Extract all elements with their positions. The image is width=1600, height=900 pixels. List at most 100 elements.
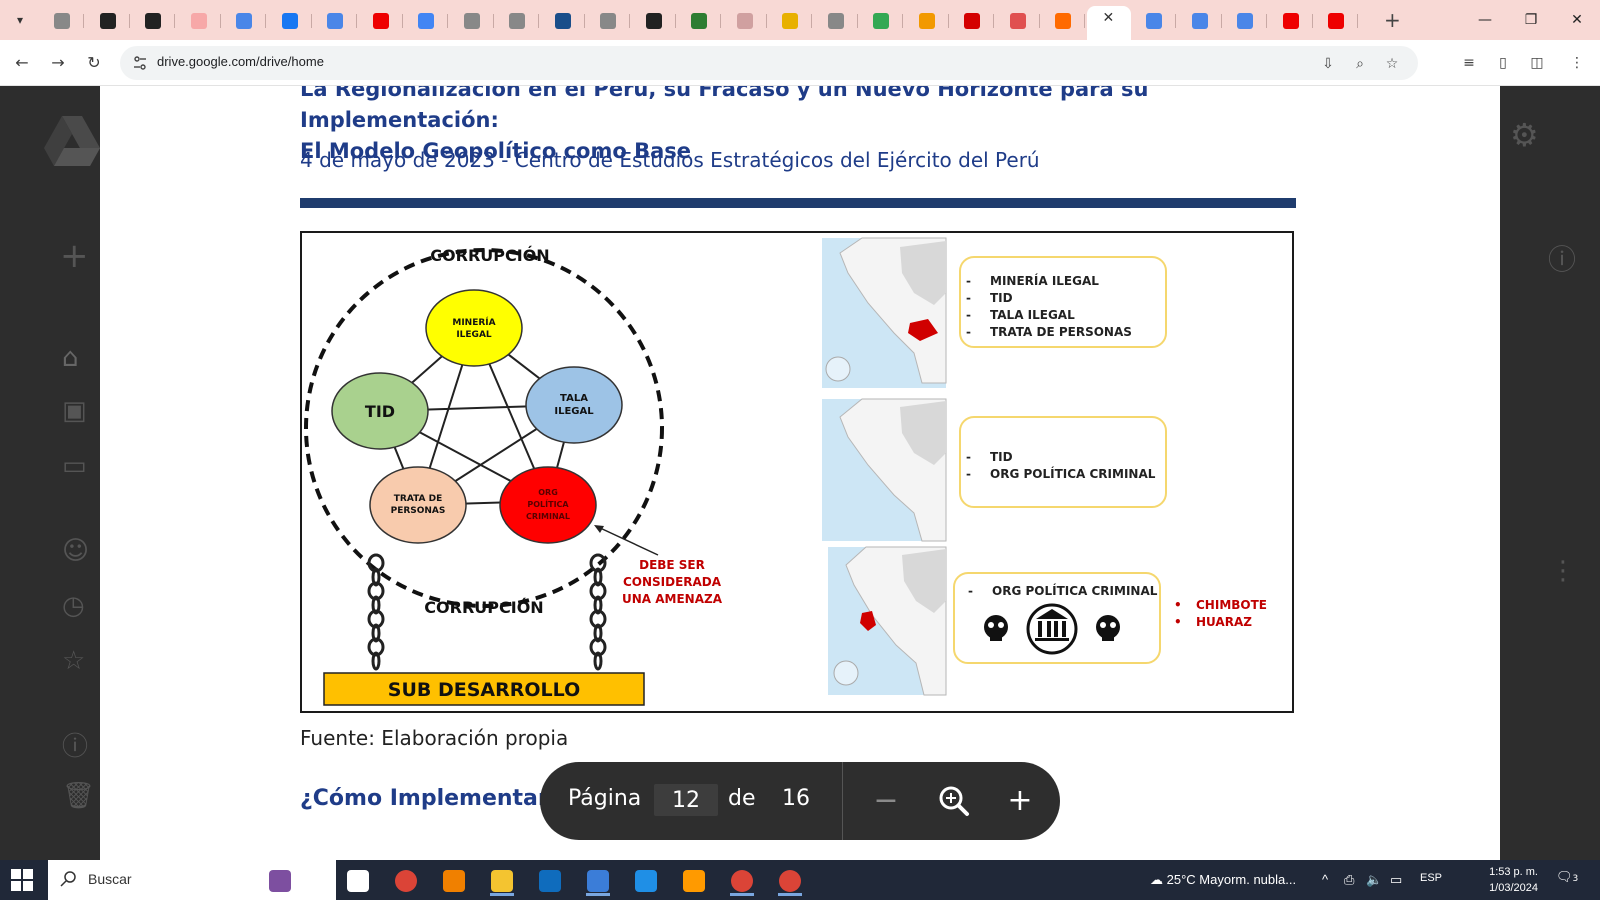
network-icon[interactable]: ▭ <box>1390 872 1402 888</box>
tab-separator <box>1175 14 1176 28</box>
new-plus-icon[interactable]: + <box>60 236 89 276</box>
tab-favicon-icon <box>99 13 116 29</box>
tab-separator <box>492 14 494 28</box>
browser-tab[interactable] <box>541 6 585 36</box>
browser-tab[interactable] <box>359 6 403 36</box>
browser-tab[interactable] <box>632 6 676 36</box>
title-divider <box>300 198 1296 208</box>
widget-butterfly-taskbar-button[interactable] <box>258 864 302 896</box>
close-window-button[interactable]: ✕ <box>1554 0 1600 40</box>
restore-button[interactable]: ❐ <box>1508 0 1554 40</box>
chrome-active-taskbar-button[interactable] <box>768 864 812 896</box>
forward-button[interactable]: → <box>46 51 70 75</box>
browser-tab[interactable] <box>1314 6 1358 36</box>
meet-now-icon[interactable]: ⎙ <box>1344 872 1354 888</box>
browser-tab[interactable] <box>1132 6 1176 36</box>
browser-tab[interactable] <box>950 6 994 36</box>
chrome-profile-taskbar-button[interactable] <box>720 864 764 896</box>
edge-taskbar-button[interactable] <box>624 864 668 896</box>
zoom-fit-button[interactable] <box>934 781 974 821</box>
browser-tab[interactable] <box>768 6 812 36</box>
vlc-taskbar-button[interactable] <box>432 864 476 896</box>
box1-item-4: TRATA DE PERSONAS <box>990 325 1132 339</box>
browser-tab[interactable] <box>450 6 494 36</box>
tray-chevron-icon[interactable]: ^ <box>1322 872 1328 887</box>
browser-tab[interactable] <box>996 6 1040 36</box>
install-app-icon[interactable]: ⇩ <box>1318 54 1338 74</box>
outlook-taskbar-button[interactable] <box>528 864 572 896</box>
browser-tab[interactable] <box>677 6 721 36</box>
zoom-icon[interactable]: ⌕ <box>1350 54 1370 74</box>
close-tab-icon[interactable]: ✕ <box>1103 10 1115 26</box>
node-tala-label-1: TALA <box>560 393 588 404</box>
browser-tab[interactable] <box>1041 6 1085 36</box>
starred-icon[interactable]: ☆ <box>62 646 85 676</box>
file-explorer-taskbar-button[interactable] <box>480 864 524 896</box>
browser-tab[interactable] <box>1223 6 1267 36</box>
url-text[interactable]: drive.google.com/drive/home <box>157 54 324 69</box>
reading-list-icon[interactable]: ≡ <box>1458 52 1480 74</box>
home-icon[interactable]: ⌂ <box>62 343 79 373</box>
browser-tab[interactable] <box>814 6 858 36</box>
tab-favicon-icon <box>600 13 616 29</box>
reload-button[interactable]: ↻ <box>82 51 106 75</box>
bookmark-star-icon[interactable]: ☆ <box>1382 54 1402 74</box>
browser-tab[interactable] <box>1178 6 1222 36</box>
menu-kebab-icon[interactable]: ⋮ <box>1566 52 1588 74</box>
active-tab[interactable]: ✕ <box>1086 6 1131 40</box>
computers-icon[interactable]: ▭ <box>62 451 87 481</box>
volume-icon[interactable]: 🔈 <box>1366 872 1382 888</box>
browser-tab[interactable] <box>905 6 949 36</box>
page-number-input[interactable] <box>654 784 718 816</box>
task-view-taskbar-button[interactable] <box>336 864 380 896</box>
browser-tab[interactable] <box>131 6 175 36</box>
browser-tab[interactable] <box>723 6 767 36</box>
node-tid-label: TID <box>365 402 395 421</box>
spam-icon[interactable]: ⓘ <box>62 726 88 763</box>
browser-tab[interactable] <box>177 6 221 36</box>
profile-avatar[interactable]: ◫ <box>1526 52 1548 74</box>
zoom-in-button[interactable]: + <box>1000 781 1040 821</box>
weather-text: 25°C Mayorm. nubla... <box>1166 872 1297 887</box>
browser-tab[interactable] <box>495 6 539 36</box>
minimize-button[interactable]: — <box>1462 0 1508 40</box>
browser-tab[interactable] <box>86 6 130 36</box>
back-button[interactable]: ← <box>10 51 34 75</box>
new-tab-button[interactable]: + <box>1384 8 1401 32</box>
illustrator-taskbar-button[interactable] <box>672 864 716 896</box>
settings-gear-icon[interactable]: ⚙ <box>1510 116 1539 154</box>
node-mineria-ilegal <box>425 289 523 367</box>
node-trata-de-personas <box>369 466 467 544</box>
notifications-icon[interactable]: 🗨3 <box>1556 870 1582 890</box>
windows-start-icon[interactable] <box>10 868 34 892</box>
map-peru-1 <box>822 237 947 388</box>
my-drive-icon[interactable]: ▣ <box>62 396 87 426</box>
browser-tab[interactable] <box>40 6 84 36</box>
tab-separator <box>902 14 903 28</box>
recent-icon[interactable]: ◷ <box>62 591 85 621</box>
language-indicator[interactable]: ESP <box>1420 872 1442 884</box>
side-panel-icon[interactable]: ▯ <box>1492 52 1514 74</box>
chrome-taskbar-button[interactable] <box>384 864 428 896</box>
weather-widget[interactable]: ☁ 25°C Mayorm. nubla... <box>1150 872 1296 888</box>
browser-tab[interactable] <box>313 6 357 36</box>
address-bar[interactable]: drive.google.com/drive/home ⇩ ⌕ ☆ <box>120 46 1418 80</box>
trash-icon[interactable]: 🗑 <box>62 781 95 811</box>
browser-tab[interactable] <box>222 6 266 36</box>
box1-dash-2: - <box>966 291 971 305</box>
browser-tab[interactable] <box>859 6 903 36</box>
tab-separator <box>811 14 812 28</box>
tab-search-chevron-icon[interactable]: ▾ <box>8 8 32 32</box>
browser-tab[interactable] <box>404 6 448 36</box>
details-info-icon[interactable]: ⓘ <box>1548 238 1576 278</box>
installer-taskbar-button[interactable] <box>576 864 620 896</box>
system-clock[interactable]: 1:53 p. m. 1/03/2024 <box>1478 864 1538 896</box>
zoom-out-button[interactable]: − <box>866 781 906 821</box>
browser-tab[interactable] <box>268 6 312 36</box>
browser-tab[interactable] <box>1269 6 1313 36</box>
more-options-icon[interactable]: ⋮ <box>1550 556 1576 586</box>
tab-favicon-icon <box>145 13 161 29</box>
site-info-icon[interactable] <box>132 55 148 71</box>
browser-tab[interactable] <box>586 6 630 36</box>
shared-icon[interactable]: ☺ <box>62 536 89 566</box>
